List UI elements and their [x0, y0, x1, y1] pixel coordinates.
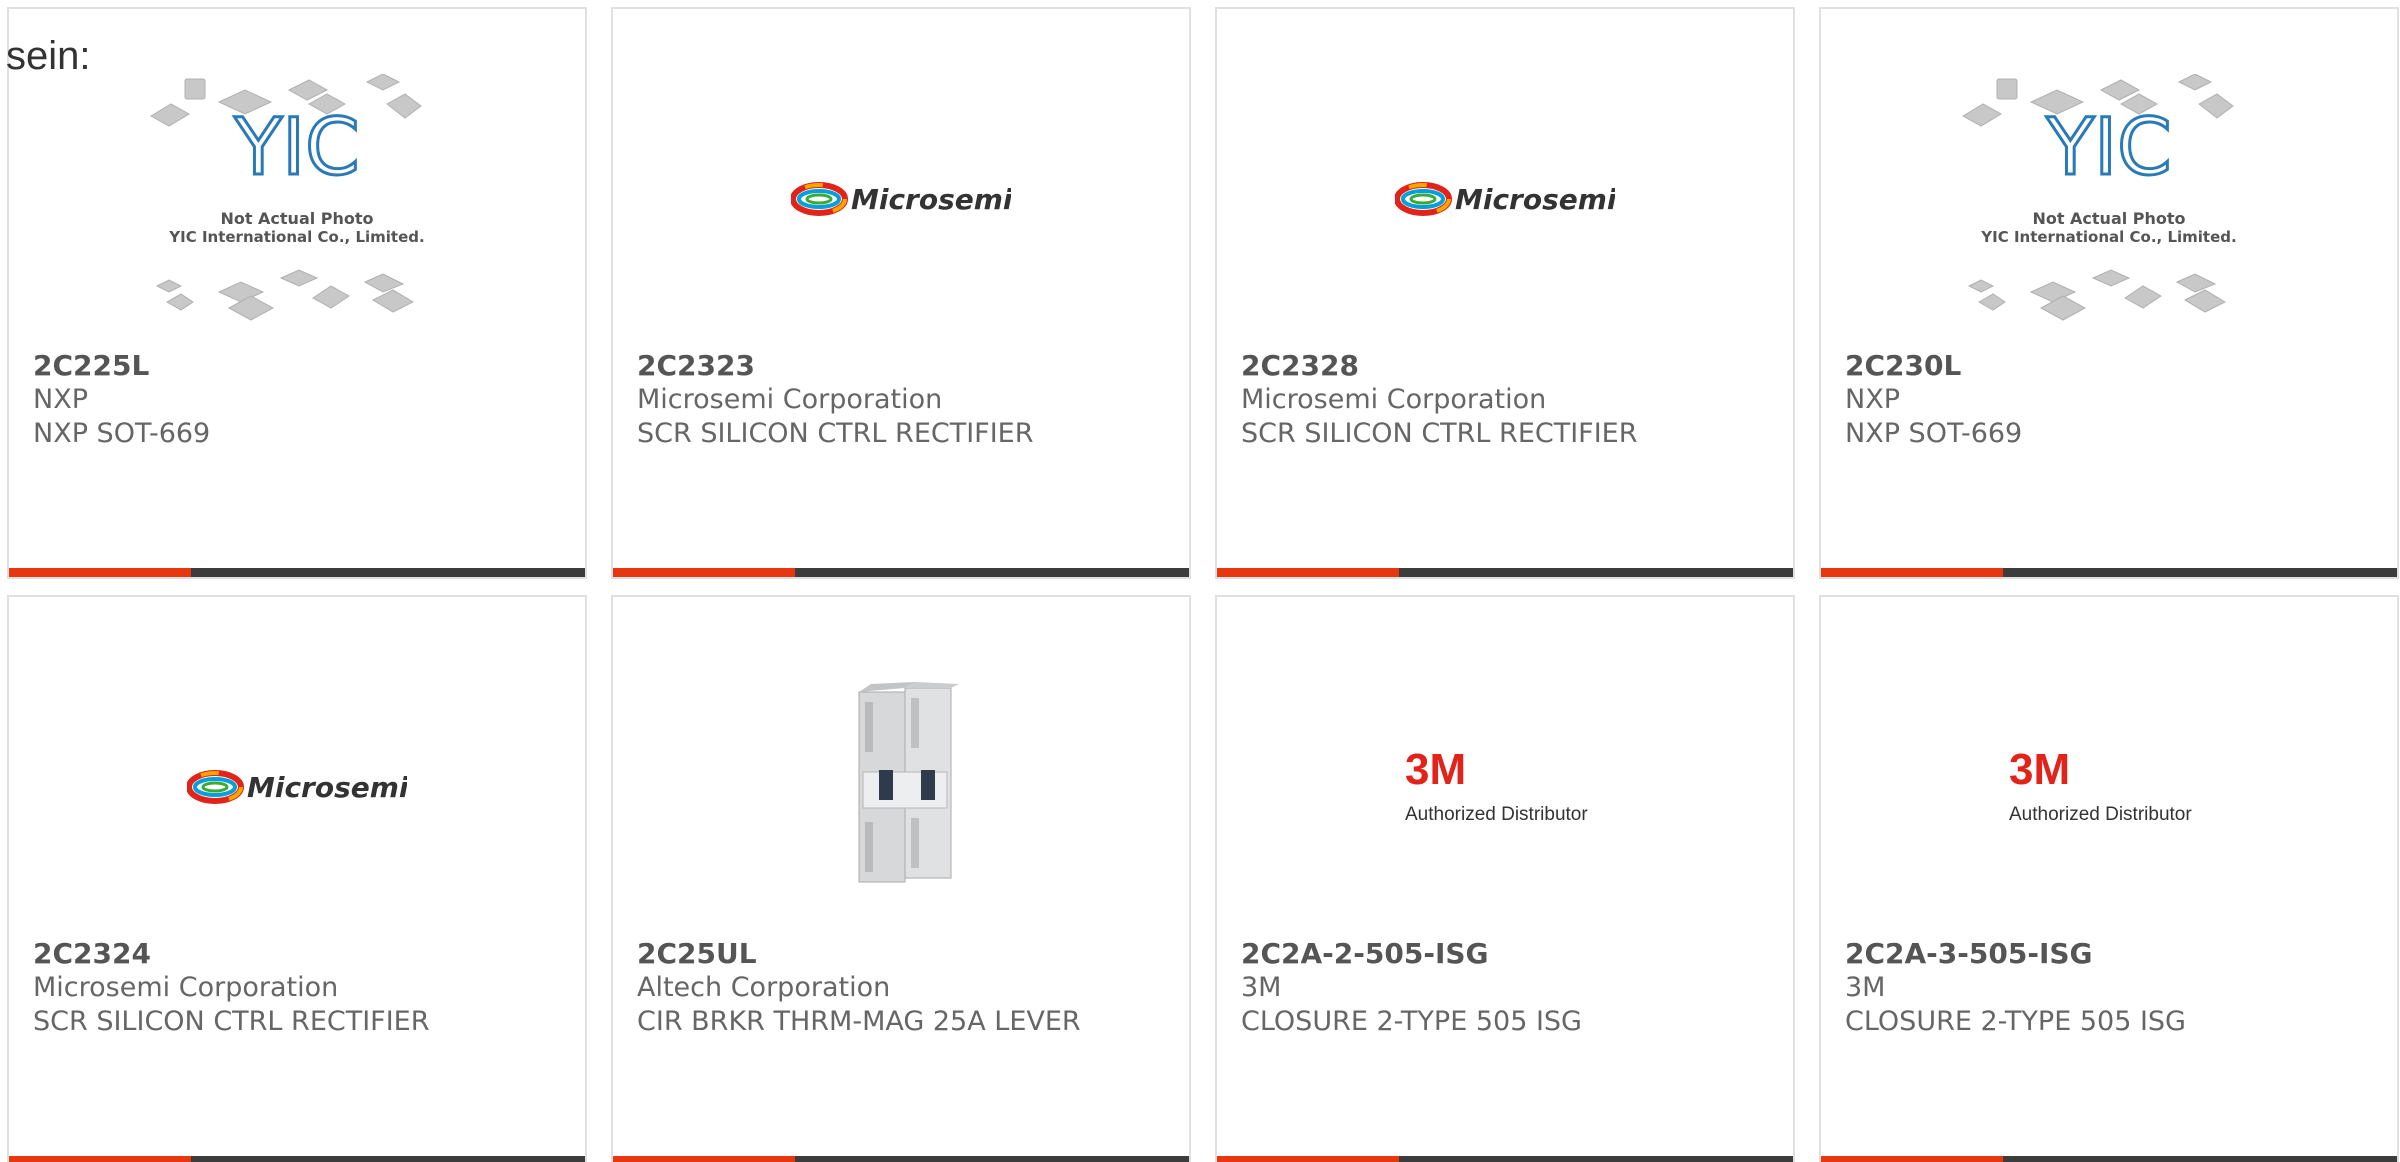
part-number[interactable]: 2C230L — [1845, 349, 2381, 383]
description: SCR SILICON CTRL RECTIFIER — [1241, 418, 1638, 449]
product-card[interactable]: Microsemi 2C2328 Microsemi Corporation S… — [1215, 7, 1795, 579]
lead-text: sein: — [6, 34, 91, 78]
microsemi-logo-icon: Microsemi — [791, 182, 1011, 216]
product-card[interactable]: 3M Authorized Distributor 2C2A-2-505-ISG… — [1215, 595, 1795, 1162]
product-image[interactable] — [613, 637, 1189, 937]
product-card[interactable]: 3M Authorized Distributor 2C2A-3-505-ISG… — [1819, 595, 2399, 1162]
card-accent-bar — [9, 568, 585, 577]
part-number[interactable]: 2C2323 — [637, 349, 1173, 383]
product-image[interactable]: YIC Not Actual Photo YIC International C… — [1821, 49, 2397, 349]
product-image[interactable]: Microsemi — [9, 637, 585, 937]
svg-text:Authorized Distributor: Authorized Distributor — [2009, 804, 2192, 825]
part-number[interactable]: 2C225L — [33, 349, 569, 383]
part-number[interactable]: 2C2328 — [1241, 349, 1777, 383]
product-card[interactable]: Microsemi 2C2324 Microsemi Corporation S… — [7, 595, 587, 1162]
svg-text:3M: 3M — [1405, 745, 1466, 794]
description: NXP SOT-669 — [1845, 418, 2023, 449]
microsemi-logo-icon: Microsemi — [1395, 182, 1615, 216]
product-card[interactable]: 2C25UL Altech Corporation CIR BRKR THRM-… — [611, 595, 1191, 1162]
svg-text:YIC: YIC — [233, 103, 359, 193]
product-info: 2C2324 Microsemi Corporation SCR SILICON… — [33, 937, 569, 1039]
part-number[interactable]: 2C2A-3-505-ISG — [1845, 937, 2381, 971]
svg-text:Microsemi: Microsemi — [851, 183, 1011, 216]
card-accent-bar — [613, 568, 1189, 577]
product-image[interactable]: Microsemi — [613, 49, 1189, 349]
description: SCR SILICON CTRL RECTIFIER — [33, 1006, 430, 1037]
part-number[interactable]: 2C25UL — [637, 937, 1173, 971]
part-number[interactable]: 2C2324 — [33, 937, 569, 971]
manufacturer: Microsemi Corporation — [1241, 384, 1547, 415]
circuit-breaker-photo — [858, 682, 959, 883]
placeholder-caption-2: YIC International Co., Limited. — [168, 228, 424, 246]
svg-text:3M: 3M — [2009, 745, 2070, 794]
card-accent-bar — [1821, 1156, 2397, 1162]
manufacturer: Microsemi Corporation — [33, 972, 339, 1003]
product-grid: YIC Not Actual Photo YIC International C… — [7, 7, 2400, 1162]
3m-logo-icon: 3M Authorized Distributor — [1405, 745, 1588, 825]
placeholder-caption-1: Not Actual Photo — [2032, 209, 2185, 228]
card-accent-bar — [1217, 568, 1793, 577]
manufacturer: NXP — [1845, 384, 1900, 415]
product-info: 2C2328 Microsemi Corporation SCR SILICON… — [1241, 349, 1777, 451]
svg-text:YIC: YIC — [2045, 103, 2171, 193]
product-info: 2C2323 Microsemi Corporation SCR SILICON… — [637, 349, 1173, 451]
product-image[interactable]: Microsemi — [1217, 49, 1793, 349]
product-image[interactable]: YIC Not Actual Photo YIC International C… — [9, 49, 585, 349]
card-accent-bar — [1821, 568, 2397, 577]
description: NXP SOT-669 — [33, 418, 211, 449]
card-accent-bar — [613, 1156, 1189, 1162]
product-info: 2C230L NXP NXP SOT-669 — [1845, 349, 2381, 451]
product-info: 2C2A-3-505-ISG 3M CLOSURE 2-TYPE 505 ISG — [1845, 937, 2381, 1039]
manufacturer: Microsemi Corporation — [637, 384, 943, 415]
microsemi-logo-icon: Microsemi — [187, 770, 407, 804]
product-image[interactable]: 3M Authorized Distributor — [1217, 637, 1793, 937]
svg-text:Microsemi: Microsemi — [1455, 183, 1615, 216]
description: CLOSURE 2-TYPE 505 ISG — [1241, 1006, 1582, 1037]
product-card[interactable]: YIC Not Actual Photo YIC International C… — [1819, 7, 2399, 579]
card-accent-bar — [9, 1156, 585, 1162]
manufacturer: NXP — [33, 384, 88, 415]
yic-placeholder-image: YIC Not Actual Photo YIC International C… — [1962, 74, 2237, 321]
manufacturer: 3M — [1845, 972, 1886, 1003]
page: sein: YIC Not Actual Photo YIC Internati… — [0, 0, 2400, 1162]
card-accent-bar — [1217, 1156, 1793, 1162]
3m-logo-icon: 3M Authorized Distributor — [2009, 745, 2192, 825]
product-info: 2C25UL Altech Corporation CIR BRKR THRM-… — [637, 937, 1173, 1039]
product-card[interactable]: Microsemi 2C2323 Microsemi Corporation S… — [611, 7, 1191, 579]
svg-text:Microsemi: Microsemi — [247, 771, 407, 804]
product-card[interactable]: YIC Not Actual Photo YIC International C… — [7, 7, 587, 579]
description: CLOSURE 2-TYPE 505 ISG — [1845, 1006, 2186, 1037]
description: CIR BRKR THRM-MAG 25A LEVER — [637, 1006, 1081, 1037]
part-number[interactable]: 2C2A-2-505-ISG — [1241, 937, 1777, 971]
placeholder-caption-2: YIC International Co., Limited. — [1980, 228, 2236, 246]
description: SCR SILICON CTRL RECTIFIER — [637, 418, 1034, 449]
product-info: 2C2A-2-505-ISG 3M CLOSURE 2-TYPE 505 ISG — [1241, 937, 1777, 1039]
manufacturer: 3M — [1241, 972, 1282, 1003]
placeholder-caption-1: Not Actual Photo — [220, 209, 373, 228]
manufacturer: Altech Corporation — [637, 972, 891, 1003]
svg-text:Authorized Distributor: Authorized Distributor — [1405, 804, 1588, 825]
yic-placeholder-image: YIC Not Actual Photo YIC International C… — [150, 74, 425, 321]
product-info: 2C225L NXP NXP SOT-669 — [33, 349, 569, 451]
product-image[interactable]: 3M Authorized Distributor — [1821, 637, 2397, 937]
